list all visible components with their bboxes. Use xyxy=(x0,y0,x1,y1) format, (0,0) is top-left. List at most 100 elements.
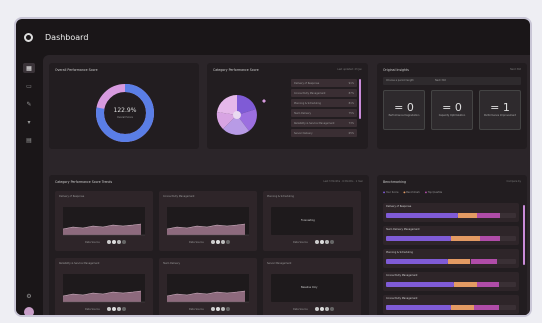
card-meta: Last 3 Months · 6 Months · 1 Year xyxy=(323,180,363,183)
trend-panel[interactable]: Connectivity Management Data Source xyxy=(159,191,257,251)
trend-status: Baseline Only xyxy=(301,286,318,289)
trend-status: Forecasting xyxy=(301,219,315,222)
category-row[interactable]: Team Delivery 75% xyxy=(291,109,357,117)
trend-title: Planning & Scheduling xyxy=(267,195,294,198)
bar-benchmark xyxy=(451,236,480,241)
legend-benchmark: ● Benchmark xyxy=(403,191,420,194)
benchmark-bar xyxy=(386,305,516,310)
benchmark-row[interactable]: Connectivity Management xyxy=(383,272,519,291)
metric-tile: = 0 Capacity Optimization xyxy=(431,90,473,130)
legend-label: Your Score xyxy=(385,191,399,194)
metric-label: Performance Degradation xyxy=(388,114,420,117)
metric-value: = 0 xyxy=(442,101,462,114)
category-value: 65% xyxy=(348,131,354,135)
trend-legend: Data Source xyxy=(293,241,308,244)
bar-benchmark xyxy=(457,213,477,218)
scrollbar[interactable] xyxy=(359,79,361,119)
category-score-card: Category Performance Score Last updated:… xyxy=(207,63,368,149)
bar-top-quartile xyxy=(477,213,501,218)
area-chart xyxy=(62,207,145,236)
bar-top-quartile xyxy=(470,259,497,264)
bar-benchmark xyxy=(451,305,475,310)
category-value: 81% xyxy=(348,101,354,105)
legend-label: Benchmark xyxy=(406,191,420,194)
trend-panel[interactable]: Team Delivery Data Source xyxy=(159,258,257,315)
legend-label: Top Quartile xyxy=(427,191,443,194)
category-label: Team Delivery xyxy=(294,111,312,115)
overall-value: 122.9% xyxy=(113,107,137,114)
category-label: Delivery of Response xyxy=(294,81,320,85)
bar-top-quartile xyxy=(477,282,500,287)
compare-dropdown[interactable]: Compare by xyxy=(506,180,521,183)
card-title: Benchmarking xyxy=(383,180,407,184)
app-logo-icon xyxy=(24,32,33,42)
filter-label: Choose a period length xyxy=(386,79,414,82)
bar-top-quartile xyxy=(474,305,500,310)
category-row[interactable]: Delivery of Response 91% xyxy=(291,79,357,87)
overall-score-card: Overall Performance Score 122.9% Overall… xyxy=(49,63,199,149)
bar-your-score xyxy=(386,213,458,218)
benchmark-row[interactable]: Planning & Scheduling xyxy=(383,249,519,268)
category-label: Connectivity Management xyxy=(294,91,326,95)
trend-legend: Data Source xyxy=(85,308,100,311)
category-label: Server Delivery xyxy=(294,131,313,135)
category-value: 91% xyxy=(348,81,354,85)
category-row[interactable]: Reliability & Service Management 73% xyxy=(291,119,357,127)
insights-card: Original Insights Next 30d Choose a peri… xyxy=(377,63,527,149)
doc-icon[interactable]: ▤ xyxy=(23,135,35,145)
category-label: Reliability & Service Management xyxy=(294,121,335,125)
benchmark-label: Connectivity Management xyxy=(386,274,418,277)
benchmark-row[interactable]: Delivery of Response xyxy=(383,203,519,222)
card-meta: Next 30d xyxy=(510,68,521,71)
category-row[interactable]: Connectivity Management 87% xyxy=(291,89,357,97)
category-row[interactable]: Planning & Scheduling 81% xyxy=(291,99,357,107)
bar-your-score xyxy=(386,305,451,310)
trend-panel[interactable]: Server Management Baseline Only Data Sour… xyxy=(263,258,361,315)
benchmark-bar xyxy=(386,282,516,287)
metric-label: Performance Improvement xyxy=(484,114,516,117)
legend-dots xyxy=(211,240,230,244)
metric-tile: = 1 Performance Improvement xyxy=(479,90,521,130)
area-chart xyxy=(166,207,249,236)
grid-icon[interactable]: ▦ xyxy=(23,63,35,73)
bell-icon[interactable]: ▾ xyxy=(23,117,35,127)
pin-icon[interactable]: ✎ xyxy=(23,99,35,109)
trend-panel[interactable]: Delivery of Response Data Source xyxy=(55,191,153,251)
metric-tile: = 0 Performance Degradation xyxy=(383,90,425,130)
legend-your-score: ● Your Score xyxy=(383,191,399,194)
benchmark-card: Benchmarking Compare by ● Your Score ● B… xyxy=(377,175,527,315)
area-chart xyxy=(62,274,145,303)
chart-icon[interactable]: ▭ xyxy=(23,81,35,91)
category-value: 87% xyxy=(348,91,354,95)
trend-panel[interactable]: Reliability & Service Management Data So… xyxy=(55,258,153,315)
benchmark-label: Delivery of Response xyxy=(386,205,412,208)
period-filter[interactable]: Choose a period length Next 30d xyxy=(383,77,521,85)
bar-benchmark xyxy=(453,282,477,287)
legend-dots xyxy=(315,307,334,311)
legend-dots xyxy=(211,307,230,311)
benchmark-row[interactable]: Connectivity Management xyxy=(383,295,519,314)
legend-dots xyxy=(315,240,334,244)
avatar[interactable] xyxy=(24,307,34,315)
benchmark-label: Connectivity Management xyxy=(386,297,418,300)
legend-dots xyxy=(107,240,126,244)
bar-benchmark xyxy=(448,259,471,264)
scrollbar[interactable] xyxy=(523,205,525,265)
category-row[interactable]: Server Delivery 65% xyxy=(291,129,357,137)
bar-your-score xyxy=(386,259,449,264)
benchmark-legend: ● Your Score ● Benchmark ● Top Quartile xyxy=(383,191,442,194)
main-content: Overall Performance Score 122.9% Overall… xyxy=(43,55,530,315)
gear-icon[interactable]: ⚙ xyxy=(23,291,35,301)
category-value: 73% xyxy=(348,121,354,125)
top-bar: Dashboard xyxy=(16,19,530,55)
trend-panel[interactable]: Planning & Scheduling Forecasting Data So… xyxy=(263,191,361,251)
benchmark-label: Planning & Scheduling xyxy=(386,251,413,254)
trend-legend: Data Source xyxy=(85,241,100,244)
page-title: Dashboard xyxy=(45,32,89,42)
trend-title: Server Management xyxy=(267,262,292,265)
bar-your-score xyxy=(386,282,454,287)
benchmark-row[interactable]: Team Delivery Management xyxy=(383,226,519,245)
benchmark-bar xyxy=(386,236,516,241)
category-label: Planning & Scheduling xyxy=(294,101,321,105)
legend-dots xyxy=(107,307,126,311)
